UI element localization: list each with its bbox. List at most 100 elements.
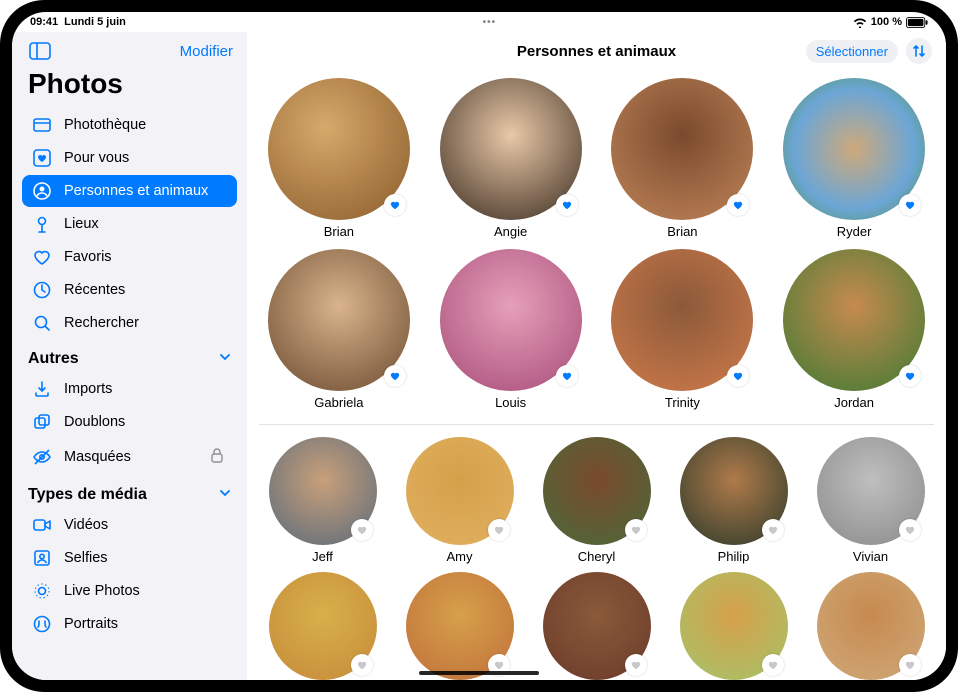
person-name: Jeff — [312, 549, 333, 564]
lock-icon — [207, 445, 227, 469]
main-content: Personnes et animaux Sélectionner BrianA… — [247, 32, 946, 680]
sidebar-item-library[interactable]: Photothèque — [22, 109, 237, 141]
favorite-heart-icon[interactable] — [488, 519, 510, 541]
person-name: Louis — [495, 395, 526, 410]
sidebar-item-eye-slash[interactable]: Masquées — [22, 439, 237, 475]
person-name: Philip — [718, 549, 750, 564]
sidebar-item-label: Selfies — [64, 550, 108, 566]
favorite-heart-icon[interactable] — [899, 519, 921, 541]
favorite-heart-icon[interactable] — [351, 519, 373, 541]
import-icon — [32, 379, 52, 399]
heart-square-icon — [32, 148, 52, 168]
favorite-heart-icon[interactable] — [899, 194, 921, 216]
video-icon — [32, 515, 52, 535]
battery-icon — [906, 17, 928, 28]
section-title: Types de média — [28, 486, 147, 504]
sidebar-item-label: Pour vous — [64, 150, 129, 166]
sidebar-item-portrait[interactable]: Portraits — [22, 608, 237, 640]
sidebar-item-heart[interactable]: Favoris — [22, 241, 237, 273]
person-item[interactable]: Jeff — [259, 437, 386, 564]
person-item[interactable] — [533, 572, 660, 680]
status-bar: 09:41 Lundi 5 juin ••• 100 % — [12, 12, 946, 32]
battery-text: 100 % — [871, 16, 902, 28]
sidebar-item-label: Personnes et animaux — [64, 183, 208, 199]
person-item[interactable]: Brian — [603, 78, 763, 239]
person-name: Amy — [447, 549, 473, 564]
sidebar-item-label: Portraits — [64, 616, 118, 632]
person-item[interactable] — [807, 572, 934, 680]
wifi-icon — [853, 17, 867, 28]
sidebar-item-heart-square[interactable]: Pour vous — [22, 142, 237, 174]
sidebar-item-label: Doublons — [64, 414, 125, 430]
sidebar-item-label: Récentes — [64, 282, 125, 298]
sidebar-item-person-circle[interactable]: Personnes et animaux — [22, 175, 237, 207]
favorite-heart-icon[interactable] — [727, 365, 749, 387]
person-item[interactable]: Trinity — [603, 249, 763, 410]
person-item[interactable]: Cheryl — [533, 437, 660, 564]
person-name: Vivian — [853, 549, 888, 564]
sidebar-item-label: Lieux — [64, 216, 99, 232]
favorite-heart-icon[interactable] — [351, 654, 373, 676]
sidebar-item-livephoto[interactable]: Live Photos — [22, 575, 237, 607]
favorite-heart-icon[interactable] — [762, 519, 784, 541]
duplicates-icon — [32, 412, 52, 432]
modify-button[interactable]: Modifier — [180, 43, 233, 60]
sidebar-item-selfie[interactable]: Selfies — [22, 542, 237, 574]
sidebar-toggle-button[interactable] — [26, 40, 54, 62]
favorite-heart-icon[interactable] — [384, 365, 406, 387]
heart-icon — [32, 247, 52, 267]
person-name: Jordan — [834, 395, 874, 410]
favorite-heart-icon[interactable] — [384, 194, 406, 216]
favorite-heart-icon[interactable] — [625, 654, 647, 676]
sidebar-item-import[interactable]: Imports — [22, 373, 237, 405]
person-name: Ryder — [837, 224, 872, 239]
favorite-heart-icon[interactable] — [556, 194, 578, 216]
person-item[interactable]: Angie — [431, 78, 591, 239]
person-circle-icon — [32, 181, 52, 201]
person-item[interactable]: Vivian — [807, 437, 934, 564]
home-indicator[interactable] — [419, 671, 539, 675]
person-item[interactable] — [670, 572, 797, 680]
sidebar-item-clock[interactable]: Récentes — [22, 274, 237, 306]
person-name: Angie — [494, 224, 527, 239]
person-name: Brian — [667, 224, 697, 239]
sidebar-item-label: Photothèque — [64, 117, 146, 133]
chevron-down-icon — [219, 486, 231, 504]
select-button[interactable]: Sélectionner — [806, 40, 898, 63]
multitask-dots-icon[interactable]: ••• — [483, 17, 497, 28]
favorite-heart-icon[interactable] — [762, 654, 784, 676]
selfie-icon — [32, 548, 52, 568]
pin-icon — [32, 214, 52, 234]
person-item[interactable]: Louis — [431, 249, 591, 410]
section-header-media[interactable]: Types de média — [22, 476, 237, 508]
person-name: Cheryl — [578, 549, 616, 564]
clock-icon — [32, 280, 52, 300]
status-date: Lundi 5 juin — [64, 16, 126, 28]
sidebar-item-label: Imports — [64, 381, 112, 397]
person-item[interactable] — [259, 572, 386, 680]
section-header-others[interactable]: Autres — [22, 340, 237, 372]
favorite-heart-icon[interactable] — [727, 194, 749, 216]
sidebar-item-pin[interactable]: Lieux — [22, 208, 237, 240]
sidebar-item-video[interactable]: Vidéos — [22, 509, 237, 541]
sidebar-item-search[interactable]: Rechercher — [22, 307, 237, 339]
favorite-heart-icon[interactable] — [899, 654, 921, 676]
favorite-heart-icon[interactable] — [556, 365, 578, 387]
sidebar-item-label: Live Photos — [64, 583, 140, 599]
favorite-heart-icon[interactable] — [899, 365, 921, 387]
person-item[interactable]: Amy — [396, 437, 523, 564]
person-name: Gabriela — [314, 395, 363, 410]
person-item[interactable]: Gabriela — [259, 249, 419, 410]
sidebar-item-duplicates[interactable]: Doublons — [22, 406, 237, 438]
person-item[interactable] — [396, 572, 523, 680]
person-item[interactable]: Philip — [670, 437, 797, 564]
sidebar-item-label: Rechercher — [64, 315, 139, 331]
person-item[interactable]: Ryder — [774, 78, 934, 239]
person-item[interactable]: Brian — [259, 78, 419, 239]
status-time: 09:41 — [30, 16, 58, 28]
favorite-heart-icon[interactable] — [625, 519, 647, 541]
person-item[interactable]: Jordan — [774, 249, 934, 410]
app-title: Photos — [22, 68, 237, 108]
sort-button[interactable] — [906, 38, 932, 64]
sidebar-item-label: Masquées — [64, 449, 131, 465]
